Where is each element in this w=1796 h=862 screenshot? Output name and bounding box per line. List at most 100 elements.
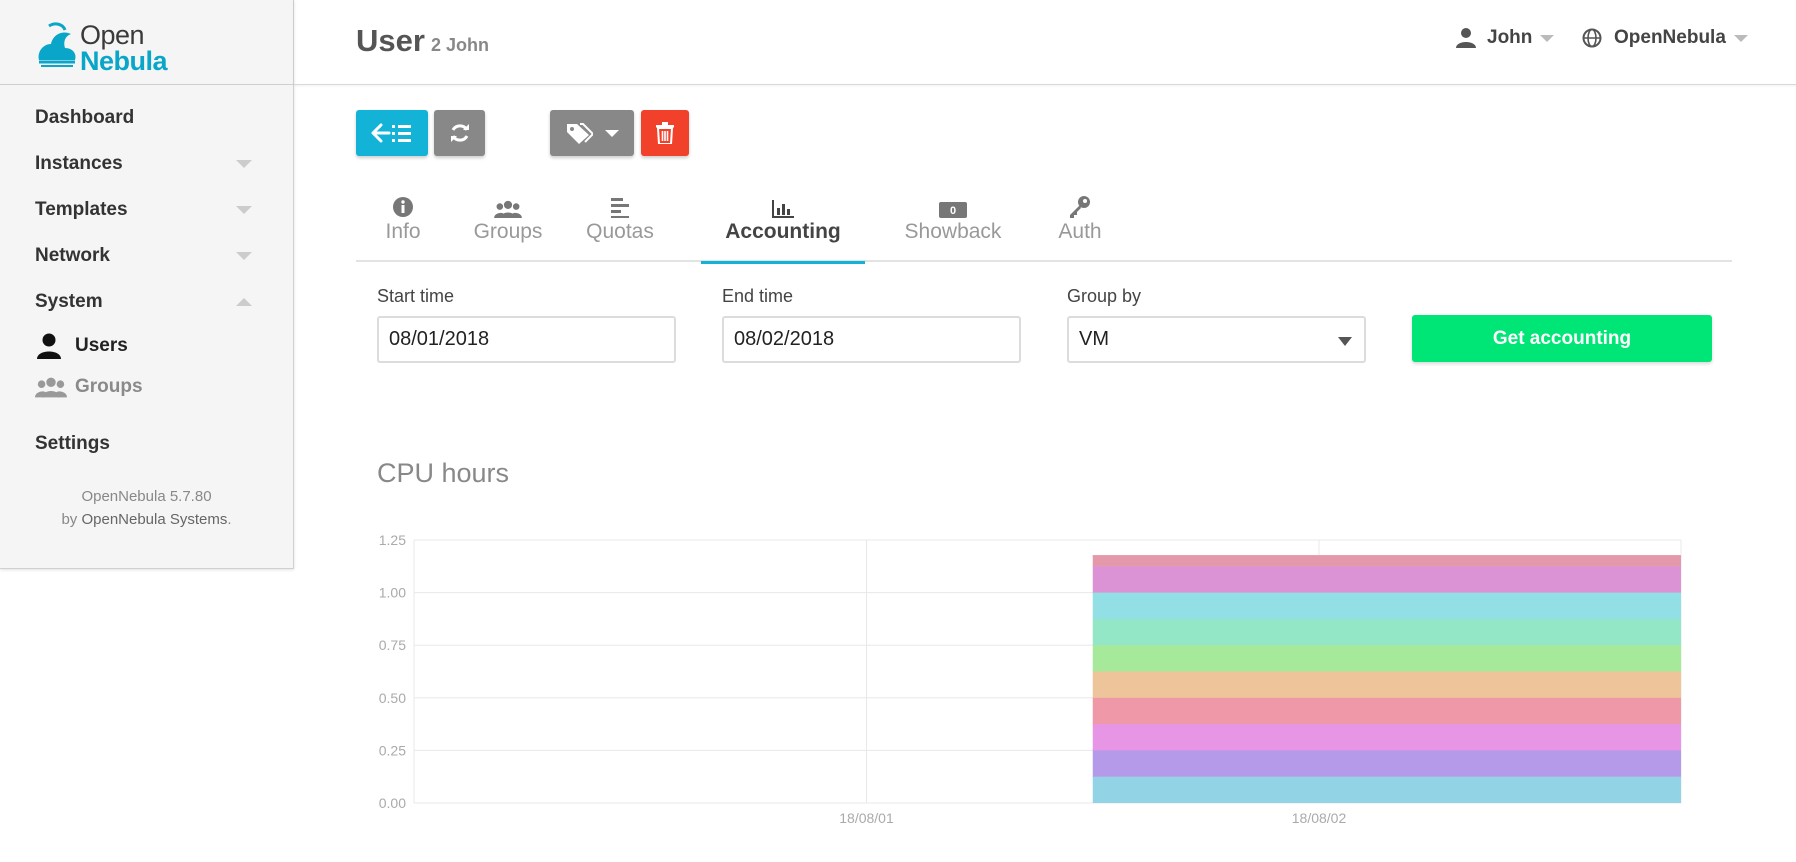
- tab-bar: Info Groups Quotas Accounting 0 Showback…: [356, 190, 1732, 264]
- user-icon: [1456, 28, 1476, 48]
- sidebar: Open Nebula Dashboard Instances Template…: [0, 0, 294, 569]
- delete-button[interactable]: [641, 110, 689, 156]
- sidebar-menu: Dashboard Instances Templates Network Sy…: [0, 85, 293, 467]
- sidebar-subitem-groups[interactable]: Groups: [0, 366, 293, 407]
- y-tick-label: 0.50: [379, 690, 406, 706]
- users-group-icon: [35, 376, 67, 398]
- opennebula-logo[interactable]: Open Nebula: [0, 0, 293, 85]
- page-header: User 2 John John OpenNebula: [294, 0, 1796, 85]
- user-menu[interactable]: John: [1455, 27, 1555, 49]
- tab-quotas[interactable]: Quotas: [566, 190, 674, 262]
- labels-button[interactable]: [550, 110, 634, 156]
- area-series-2: [1092, 724, 1681, 751]
- get-accounting-button[interactable]: Get accounting: [1412, 315, 1712, 362]
- key-icon: [1070, 196, 1090, 218]
- tab-label: Info: [385, 220, 421, 243]
- tab-label: Accounting: [725, 220, 841, 243]
- group-by-select[interactable]: VM: [1067, 316, 1366, 363]
- users-group-icon: [494, 200, 522, 218]
- end-time-label: End time: [722, 286, 794, 306]
- chevron-down-icon: [1733, 34, 1748, 42]
- y-tick-label: 0.25: [379, 742, 406, 758]
- caret-down-icon: [236, 160, 252, 168]
- page-subtitle: 2 John: [430, 35, 489, 55]
- sidebar-item-label: Network: [35, 245, 110, 266]
- sidebar-item-label: System: [35, 291, 103, 312]
- page-title: User 2 John: [356, 23, 489, 59]
- area-series-4: [1092, 671, 1681, 698]
- footer-by-text: by: [61, 511, 78, 528]
- zone-menu-label: OpenNebula: [1614, 27, 1726, 48]
- start-time-label: Start time: [377, 286, 455, 306]
- sidebar-item-label: Instances: [35, 153, 123, 174]
- y-tick-label: 0.00: [379, 795, 406, 811]
- caret-down-icon: [236, 252, 252, 260]
- info-circle-icon: [393, 197, 413, 217]
- company-link[interactable]: OpenNebula Systems: [81, 511, 227, 528]
- x-tick-label: 18/08/02: [1292, 810, 1347, 826]
- area-series-8: [1092, 566, 1681, 593]
- version-text: OpenNebula 5.7.80: [81, 488, 212, 505]
- area-series-0: [1092, 776, 1681, 803]
- chevron-down-icon: [1338, 337, 1352, 346]
- sidebar-subitem-label: Users: [75, 334, 128, 356]
- sidebar-item-label: Dashboard: [35, 107, 135, 128]
- align-left-icon: [611, 198, 629, 218]
- area-series-1: [1092, 750, 1681, 777]
- sidebar-item-system[interactable]: System: [0, 279, 293, 325]
- y-tick-label: 1.00: [379, 585, 406, 601]
- sidebar-item-instances[interactable]: Instances: [0, 141, 293, 187]
- money-bill-icon: 0: [939, 202, 967, 218]
- tab-label: Groups: [473, 220, 543, 243]
- area-series-5: [1092, 645, 1681, 672]
- caret-down-icon: [236, 206, 252, 214]
- tab-label: Auth: [1058, 220, 1102, 243]
- end-time-input[interactable]: [722, 316, 1021, 363]
- y-tick-label: 1.25: [379, 532, 406, 548]
- chart-title: CPU hours: [377, 458, 510, 488]
- sidebar-item-label: Templates: [35, 199, 128, 220]
- page-title-text: User: [356, 23, 425, 58]
- sidebar-subitem-label: Groups: [75, 375, 143, 397]
- start-time-input[interactable]: [377, 316, 676, 363]
- user-menu-label: John: [1487, 27, 1533, 48]
- trash-icon: [656, 122, 674, 144]
- chevron-down-icon: [1540, 34, 1555, 42]
- y-tick-label: 0.75: [379, 637, 406, 653]
- sidebar-footer: OpenNebula 5.7.80 by OpenNebula Systems.: [0, 485, 293, 531]
- area-series-6: [1092, 618, 1681, 646]
- tab-label: Quotas: [586, 220, 654, 243]
- sidebar-item-settings[interactable]: Settings: [0, 421, 293, 467]
- back-to-list-button[interactable]: [356, 110, 428, 156]
- svg-text:0: 0: [950, 205, 956, 217]
- arrow-left-list-icon: [371, 123, 411, 143]
- cpu-hours-chart: 0.00 0.25 0.50 0.75 1.00 1.25 18/08/01 18/08/02: [379, 532, 1682, 826]
- group-by-label: Group by: [1067, 286, 1142, 306]
- tab-auth[interactable]: Auth: [1032, 190, 1128, 262]
- area-series-9: [1092, 555, 1681, 567]
- bar-chart-icon: [772, 200, 794, 218]
- refresh-button[interactable]: [434, 110, 485, 156]
- logo-text-nebula: Nebula: [80, 46, 168, 76]
- user-icon: [35, 333, 67, 359]
- group-by-value: VM: [1079, 328, 1109, 350]
- sidebar-item-label: Settings: [35, 433, 110, 454]
- tab-groups[interactable]: Groups: [450, 190, 566, 262]
- tags-icon: [567, 123, 593, 144]
- chevron-down-icon: [605, 129, 619, 137]
- zone-menu[interactable]: OpenNebula: [1582, 27, 1748, 49]
- area-series-3: [1092, 697, 1681, 725]
- area-series-7: [1092, 592, 1681, 619]
- x-tick-label: 18/08/01: [839, 810, 894, 826]
- tab-info[interactable]: Info: [356, 190, 450, 262]
- globe-icon: [1582, 28, 1602, 48]
- footer-period: .: [227, 511, 232, 528]
- sidebar-item-network[interactable]: Network: [0, 233, 293, 279]
- sidebar-item-templates[interactable]: Templates: [0, 187, 293, 233]
- tab-showback[interactable]: 0 Showback: [890, 190, 1016, 262]
- sidebar-subitem-users[interactable]: Users: [0, 325, 293, 366]
- tab-accounting[interactable]: Accounting: [701, 190, 865, 264]
- tab-label: Showback: [904, 220, 1002, 243]
- sidebar-item-dashboard[interactable]: Dashboard: [0, 95, 293, 141]
- cloud-logo-icon: [38, 22, 76, 67]
